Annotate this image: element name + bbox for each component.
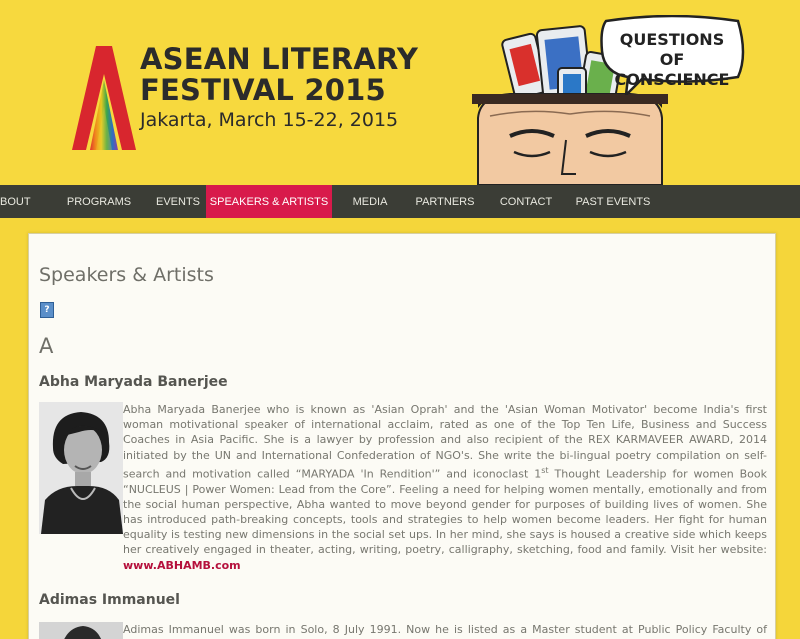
- speaker-photo: [39, 402, 123, 534]
- nav-item-programs[interactable]: PROGRAMS: [44, 185, 154, 218]
- main-navigation: BOUT PROGRAMS EVENTS SPEAKERS & ARTISTS …: [0, 185, 800, 218]
- nav-item-speakers-artists[interactable]: SPEAKERS & ARTISTS: [206, 185, 332, 218]
- speaker-portrait-icon: [39, 402, 123, 534]
- nav-item-past-events[interactable]: PAST EVENTS: [570, 185, 656, 218]
- bubble-line-2: CONSCIENCE: [614, 70, 730, 89]
- help-icon[interactable]: ?: [40, 302, 54, 318]
- logo-line-3: Jakarta, March 15-22, 2015: [140, 109, 399, 131]
- speaker-website-link[interactable]: www.ABHAMB.com: [123, 559, 241, 572]
- speaker-portrait-icon: [39, 622, 123, 639]
- logo-line-2: FESTIVAL 2015: [140, 73, 386, 107]
- speaker-name: Abha Maryada Banerjee: [39, 374, 228, 390]
- page-title: Speakers & Artists: [39, 264, 214, 286]
- nav-item-about[interactable]: BOUT: [0, 185, 44, 218]
- speaker-bio: Abha Maryada Banerjee who is known as 'A…: [123, 402, 767, 573]
- speaker-photo: [39, 622, 123, 639]
- speaker-name: Adimas Immanuel: [39, 592, 180, 608]
- site-header: ASEAN LITERARY FESTIVAL 2015 Jakarta, Ma…: [0, 0, 800, 185]
- speaker-bio: Adimas Immanuel was born in Solo, 8 July…: [123, 623, 767, 639]
- alphabet-letter-heading: A: [39, 334, 54, 358]
- superscript: st: [541, 465, 549, 475]
- nav-item-partners[interactable]: PARTNERS: [408, 185, 482, 218]
- speaker-bio-text-continued: Thought Leadership for women Book “NUCLE…: [123, 467, 767, 557]
- nav-item-events[interactable]: EVENTS: [154, 185, 202, 218]
- bubble-line-1: QUESTIONS OF: [619, 30, 725, 69]
- logo-line-1: ASEAN LITERARY: [140, 42, 419, 76]
- festival-logo-icon[interactable]: [72, 46, 136, 150]
- nav-item-contact[interactable]: CONTACT: [482, 185, 570, 218]
- festival-logo-text[interactable]: ASEAN LITERARY FESTIVAL 2015 Jakarta, Ma…: [140, 44, 418, 134]
- bubble-caption: QUESTIONS OF CONSCIENCE: [606, 30, 738, 90]
- nav-item-media[interactable]: MEDIA: [332, 185, 408, 218]
- content-panel: Speakers & Artists ? A Abha Maryada Bane…: [28, 233, 776, 639]
